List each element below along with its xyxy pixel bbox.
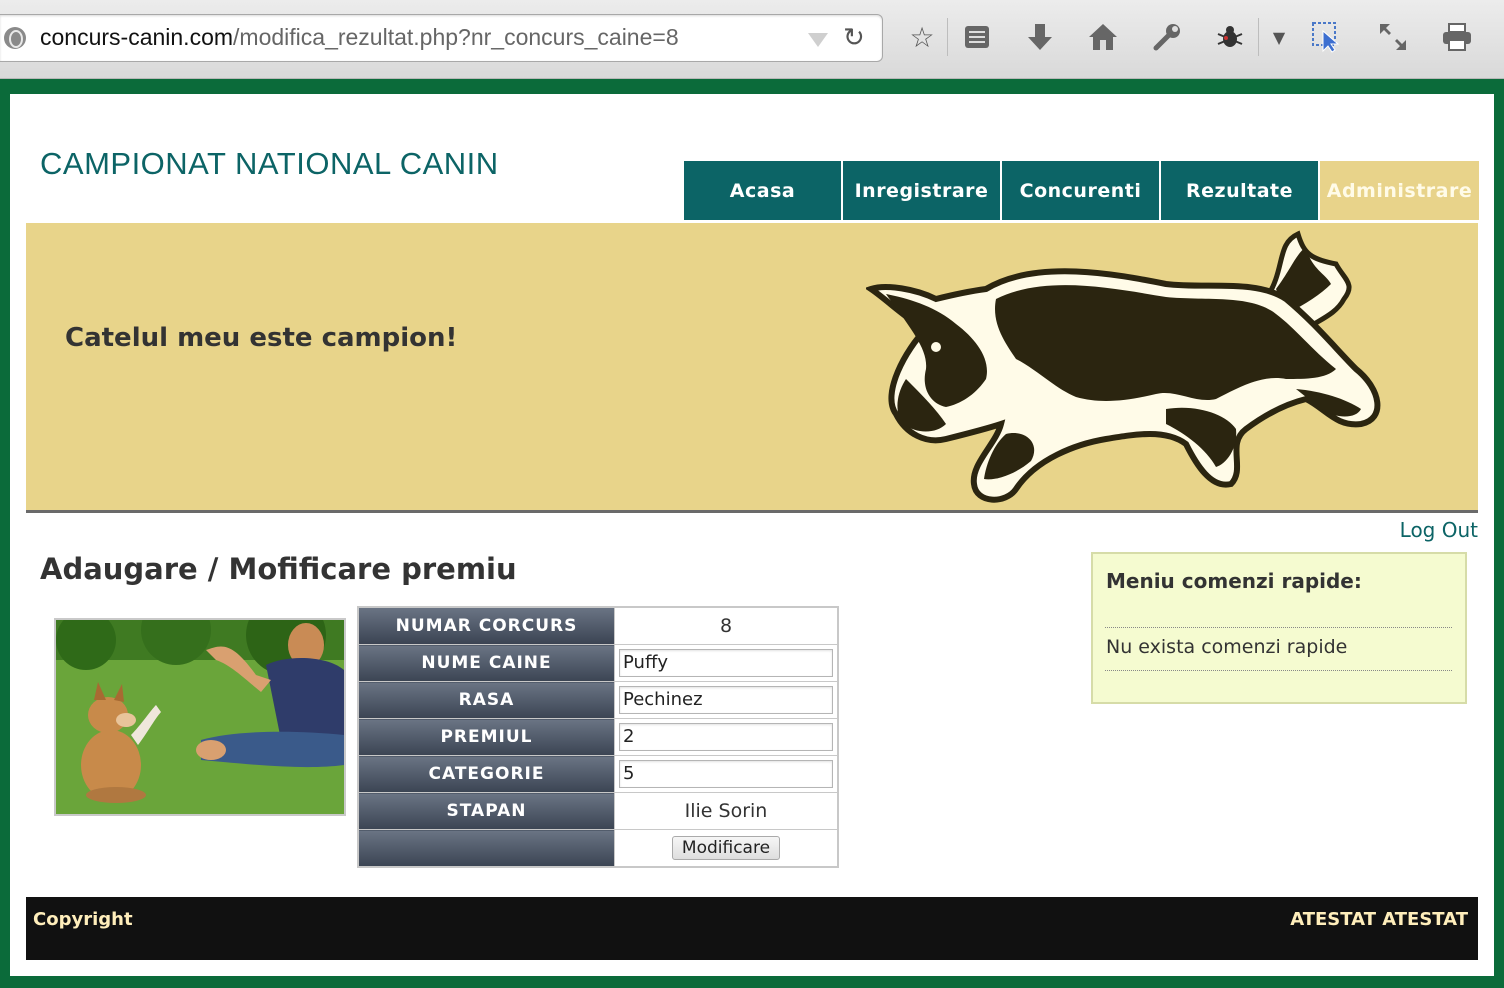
page-content: CAMPIONAT NATIONAL CANIN Acasa Inregistr… xyxy=(10,94,1494,976)
nav-item-rezultate[interactable]: Rezultate xyxy=(1161,161,1318,220)
numar-concurs-label: NUMAR CORCURS xyxy=(357,606,615,645)
submit-row-label xyxy=(357,829,615,868)
divider xyxy=(1105,627,1452,628)
form-row-categorie: CATEGORIE 5 xyxy=(357,755,839,793)
quick-commands-title: Meniu comenzi rapide: xyxy=(1106,569,1362,593)
categorie-input[interactable]: 5 xyxy=(619,760,833,788)
download-icon[interactable] xyxy=(1023,20,1057,54)
reading-list-icon[interactable] xyxy=(960,20,994,54)
main-nav: Acasa Inregistrare Concurenti Rezultate … xyxy=(684,161,1479,220)
rasa-label: RASA xyxy=(357,681,615,719)
form-row-nume: NUME CAINE Puffy xyxy=(357,644,839,682)
firebug-icon[interactable] xyxy=(1213,20,1247,54)
premiul-label: PREMIUL xyxy=(357,718,615,756)
dropdown-icon[interactable]: ▼ xyxy=(1262,20,1296,54)
form-row-submit: Modificare xyxy=(357,829,839,868)
cursor-icon[interactable] xyxy=(1310,20,1344,54)
home-icon[interactable] xyxy=(1086,20,1120,54)
site-title: CAMPIONAT NATIONAL CANIN xyxy=(40,146,499,181)
running-dog-illustration xyxy=(866,230,1381,503)
wrench-icon[interactable] xyxy=(1150,20,1184,54)
categorie-label: CATEGORIE xyxy=(357,755,615,793)
nav-item-inregistrare[interactable]: Inregistrare xyxy=(843,161,1000,220)
reload-icon[interactable]: ↻ xyxy=(843,23,865,53)
nume-caine-label: NUME CAINE xyxy=(357,644,615,682)
header-banner: Catelul meu este campion! xyxy=(26,223,1478,513)
dog-training-photo xyxy=(54,618,346,816)
stapan-label: STAPAN xyxy=(357,792,615,830)
browser-toolbar: concurs-canin.com/modifica_rezultat.php?… xyxy=(0,0,1504,79)
rasa-input[interactable]: Pechinez xyxy=(619,686,833,714)
fullscreen-icon[interactable] xyxy=(1376,20,1410,54)
toolbar-separator xyxy=(1258,18,1259,56)
quick-commands-empty-text: Nu exista comenzi rapide xyxy=(1106,636,1348,658)
form-row-rasa: RASA Pechinez xyxy=(357,681,839,719)
logout-link[interactable]: Log Out xyxy=(1400,518,1478,542)
nav-item-concurenti[interactable]: Concurenti xyxy=(1002,161,1159,220)
form-row-stapan: STAPAN Ilie Sorin xyxy=(357,792,839,830)
url-path: /modifica_rezultat.php?nr_concurs_caine=… xyxy=(233,24,679,50)
numar-concurs-value: 8 xyxy=(614,606,839,645)
modificare-button[interactable]: Modificare xyxy=(671,836,781,860)
nav-item-acasa[interactable]: Acasa xyxy=(684,161,841,220)
print-icon[interactable] xyxy=(1440,20,1474,54)
star-icon[interactable]: ☆ xyxy=(905,20,939,54)
slogan-text: Catelul meu este campion! xyxy=(65,323,458,353)
footer: Copyright ATESTAT ATESTAT xyxy=(26,897,1478,960)
quick-commands-box: Meniu comenzi rapide: Nu exista comenzi … xyxy=(1091,552,1467,704)
stapan-value: Ilie Sorin xyxy=(614,792,839,830)
form-row-numar: NUMAR CORCURS 8 xyxy=(357,606,839,645)
url-host: concurs-canin.com xyxy=(40,24,234,50)
history-dropdown-icon[interactable] xyxy=(808,33,828,47)
footer-credit: ATESTAT ATESTAT xyxy=(1290,909,1468,930)
divider xyxy=(1105,670,1452,671)
page-heading: Adaugare / Mofificare premiu xyxy=(40,552,517,586)
nume-caine-input[interactable]: Puffy xyxy=(619,649,833,677)
nav-item-administrare[interactable]: Administrare xyxy=(1320,161,1479,220)
toolbar-separator xyxy=(947,18,948,56)
address-bar[interactable]: concurs-canin.com/modifica_rezultat.php?… xyxy=(0,14,883,62)
award-form: NUMAR CORCURS 8 NUME CAINE Puffy RASA Pe… xyxy=(357,606,839,868)
copyright-text: Copyright xyxy=(33,909,133,930)
url-text[interactable]: concurs-canin.com/modifica_rezultat.php?… xyxy=(40,24,679,51)
globe-icon xyxy=(4,27,26,49)
premiul-input[interactable]: 2 xyxy=(619,723,833,751)
form-row-premiul: PREMIUL 2 xyxy=(357,718,839,756)
